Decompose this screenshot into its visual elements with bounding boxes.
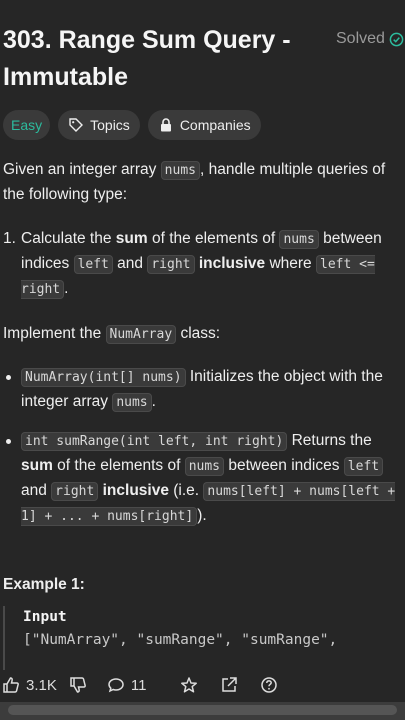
like-button[interactable]: 3.1K [2, 676, 57, 694]
implement-paragraph: Implement the NumArray class: [3, 322, 403, 347]
scrollbar-thumb[interactable] [8, 705, 397, 715]
inline-code: nums [184, 457, 225, 476]
inline-code: left [343, 457, 384, 476]
text: class: [176, 325, 221, 342]
lock-icon [160, 118, 171, 132]
text: and [21, 482, 52, 499]
problem-title: 303. Range Sum Query - Immutable [3, 26, 291, 91]
text: of the elements of [52, 457, 185, 474]
inline-code: right [51, 482, 99, 501]
inline-code: int sumRange(int left, int right) [21, 432, 288, 451]
inline-code: right [147, 255, 195, 274]
bold-text: inclusive [102, 482, 169, 499]
solved-status: Solved [336, 30, 404, 48]
text: Given an integer array [3, 161, 161, 178]
dislike-button[interactable] [69, 676, 87, 694]
bullet [6, 375, 11, 380]
text: (i.e. [168, 482, 204, 499]
check-circle-icon [389, 32, 404, 46]
text: . [64, 280, 69, 297]
favorite-button[interactable] [180, 676, 198, 694]
list-item: NumArray(int[] nums) Initializes the obj… [3, 365, 403, 415]
input-label: Input [23, 609, 67, 625]
list-item: int sumRange(int left, int right) Return… [3, 429, 403, 529]
horizontal-scrollbar[interactable] [0, 702, 405, 720]
comment-icon [108, 678, 124, 693]
comment-count: 11 [130, 676, 147, 694]
inline-code: nums [112, 393, 152, 412]
thumbs-down-icon [70, 677, 86, 693]
text: Returns the [287, 432, 372, 449]
list-item: 1. Calculate the sum of the elements of … [3, 227, 403, 302]
input-value: ["NumArray", "sumRange", "sumRange", [23, 632, 338, 648]
action-bar: 3.1K 11 [0, 668, 405, 702]
text: . [151, 393, 156, 410]
difficulty-badge: Easy [3, 110, 51, 140]
share-icon [222, 677, 238, 692]
example-block: Input ["NumArray", "sumRange", "sumRange… [3, 606, 405, 670]
difficulty-label: Easy [11, 117, 43, 133]
bold-text: sum [115, 230, 148, 247]
problem-description: Given an integer array nums, handle mult… [3, 158, 403, 529]
share-button[interactable] [220, 676, 238, 694]
question-icon [261, 677, 278, 693]
inline-code: left [73, 255, 113, 274]
topics-button[interactable]: Topics [58, 110, 140, 140]
text: of the elements of [147, 230, 280, 247]
inline-code: NumArray(int[] nums) [21, 368, 186, 387]
tag-icon [69, 118, 84, 132]
text: Implement the [3, 325, 106, 342]
text: and [112, 255, 148, 272]
comments-button[interactable]: 11 [107, 676, 147, 694]
inline-code: NumArray [105, 325, 177, 344]
text: between indices [224, 457, 344, 474]
solved-label: Solved [336, 30, 385, 47]
companies-button[interactable]: Companies [147, 110, 261, 140]
help-button[interactable] [260, 676, 278, 694]
companies-label: Companies [179, 117, 251, 133]
intro-paragraph: Given an integer array nums, handle mult… [3, 158, 403, 207]
star-icon [181, 677, 198, 693]
text: where [265, 255, 316, 272]
inline-code: nums [160, 161, 200, 180]
text: ). [197, 507, 207, 524]
text: Calculate the [21, 230, 116, 247]
like-count: 3.1K [26, 676, 57, 694]
inline-code: nums [279, 230, 319, 249]
tag-row: Easy Topics Companies [3, 110, 261, 140]
bullet [6, 439, 11, 444]
topics-label: Topics [90, 117, 130, 133]
list-number: 1. [3, 230, 16, 247]
thumbs-up-icon [3, 677, 19, 693]
example-heading: Example 1: [3, 576, 85, 593]
bold-text: sum [21, 457, 53, 474]
bold-text: inclusive [198, 255, 266, 272]
